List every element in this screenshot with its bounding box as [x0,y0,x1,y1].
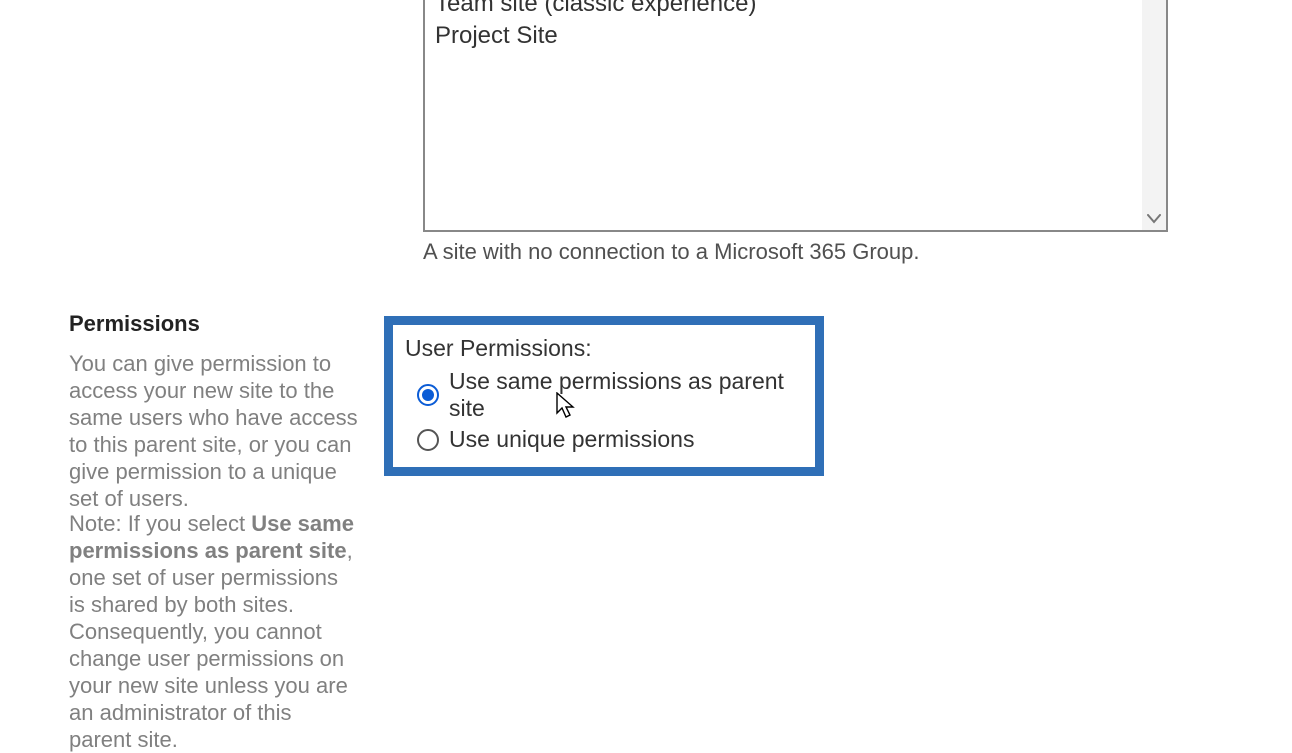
template-select-scrollbar[interactable] [1142,0,1166,230]
template-option-project-site[interactable]: Project Site [435,20,1141,52]
radio-option-unique-permissions[interactable]: Use unique permissions [405,426,803,453]
radio-icon [417,384,439,406]
permissions-note: Note: If you select Use same permissions… [69,510,354,753]
chevron-down-icon [1147,214,1161,224]
radio-label: Use unique permissions [449,426,694,453]
template-select-listbox[interactable]: Team site (classic experience) Project S… [423,0,1168,232]
permissions-note-prefix: Note: If you select [69,511,251,536]
radio-icon [417,429,439,451]
permissions-note-suffix: , one set of user permissions is shared … [69,538,353,752]
permissions-description: You can give permission to access your n… [69,350,364,512]
template-option-team-site-classic[interactable]: Team site (classic experience) [435,0,1141,20]
radio-label: Use same permissions as parent site [449,368,803,422]
user-permissions-panel: User Permissions: Use same permissions a… [384,316,824,476]
template-select-description: A site with no connection to a Microsoft… [423,239,920,265]
template-select-items: Team site (classic experience) Project S… [435,0,1141,52]
radio-option-same-permissions[interactable]: Use same permissions as parent site [405,368,803,422]
permissions-heading: Permissions [69,311,200,337]
user-permissions-label: User Permissions: [405,335,803,362]
